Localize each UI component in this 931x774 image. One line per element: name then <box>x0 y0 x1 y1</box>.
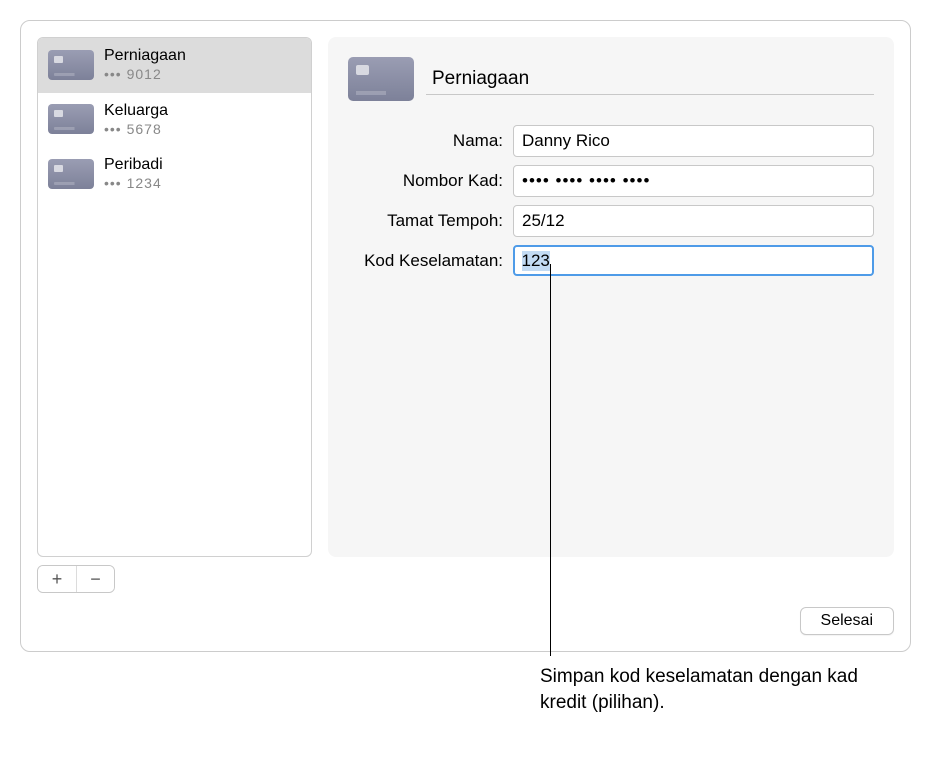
card-item-mask: ••• 5678 <box>104 121 168 139</box>
card-description-input[interactable] <box>426 64 874 95</box>
card-item-keluarga[interactable]: Keluarga ••• 5678 <box>38 93 311 148</box>
list-controls: + − <box>37 565 115 593</box>
name-input[interactable] <box>513 125 874 157</box>
security-code-label: Kod Keselamatan: <box>348 251 503 271</box>
card-item-title: Keluarga <box>104 101 168 121</box>
expiry-label: Tamat Tempoh: <box>348 211 503 231</box>
callout-text: Simpan kod keselamatan dengan kad kredit… <box>540 664 880 715</box>
card-item-text: Perniagaan ••• 9012 <box>104 46 186 84</box>
card-item-title: Perniagaan <box>104 46 186 66</box>
card-item-title: Peribadi <box>104 155 163 175</box>
expiry-input[interactable] <box>513 205 874 237</box>
card-number-input[interactable] <box>513 165 874 197</box>
security-code-wrap: 123 <box>513 245 874 276</box>
credit-card-icon <box>48 159 94 189</box>
credit-card-icon <box>48 104 94 134</box>
name-label: Nama: <box>348 131 503 151</box>
security-code-input[interactable]: 123 <box>513 245 874 276</box>
form-rows: Nama: Nombor Kad: Tamat Tempoh: Kod Kese… <box>348 125 874 276</box>
add-button[interactable]: + <box>38 566 76 592</box>
credit-card-icon <box>48 50 94 80</box>
security-code-value: 123 <box>522 251 550 271</box>
card-item-mask: ••• 9012 <box>104 66 186 84</box>
detail-panel: Nama: Nombor Kad: Tamat Tempoh: Kod Kese… <box>328 37 894 557</box>
sidebar: Perniagaan ••• 9012 Keluarga ••• 5678 Pe… <box>37 37 312 593</box>
footer: Selesai <box>37 607 894 635</box>
card-item-text: Keluarga ••• 5678 <box>104 101 168 139</box>
card-list[interactable]: Perniagaan ••• 9012 Keluarga ••• 5678 Pe… <box>37 37 312 557</box>
card-item-text: Peribadi ••• 1234 <box>104 155 163 193</box>
card-item-perniagaan[interactable]: Perniagaan ••• 9012 <box>38 38 311 93</box>
done-button[interactable]: Selesai <box>800 607 894 635</box>
callout-line <box>550 264 551 656</box>
remove-button[interactable]: − <box>76 566 114 592</box>
main-area: Perniagaan ••• 9012 Keluarga ••• 5678 Pe… <box>37 37 894 593</box>
card-number-label: Nombor Kad: <box>348 171 503 191</box>
card-settings-window: Perniagaan ••• 9012 Keluarga ••• 5678 Pe… <box>20 20 911 652</box>
credit-card-icon <box>348 57 414 101</box>
card-item-mask: ••• 1234 <box>104 175 163 193</box>
callout: Simpan kod keselamatan dengan kad kredit… <box>540 664 911 715</box>
card-item-peribadi[interactable]: Peribadi ••• 1234 <box>38 147 311 202</box>
title-row <box>348 57 874 101</box>
